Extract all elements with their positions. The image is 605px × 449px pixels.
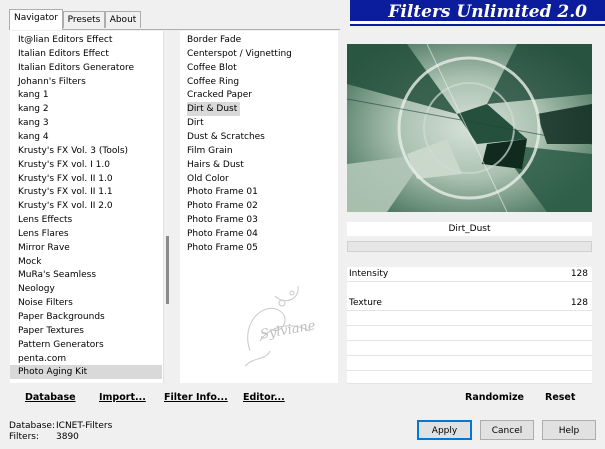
- filter-item[interactable]: Coffee Ring: [187, 75, 242, 89]
- category-item[interactable]: Pattern Generators: [10, 338, 162, 352]
- category-item[interactable]: Noise Filters: [10, 296, 162, 310]
- reset-link[interactable]: Reset: [545, 392, 575, 403]
- param-row-empty: [347, 371, 592, 384]
- filter-item[interactable]: Border Fade: [187, 33, 244, 47]
- filter-item[interactable]: Photo Frame 02: [187, 199, 261, 213]
- category-scroll-thumb[interactable]: [166, 236, 169, 304]
- category-item[interactable]: Paper Backgrounds: [10, 310, 162, 324]
- filter-info-link[interactable]: Filter Info...: [164, 392, 228, 403]
- apply-button[interactable]: Apply: [417, 420, 472, 440]
- tab-presets[interactable]: Presets: [63, 11, 105, 28]
- param-row-empty: [347, 311, 592, 326]
- randomize-link[interactable]: Randomize: [465, 392, 524, 403]
- category-item[interactable]: Italian Editors Effect: [10, 47, 162, 61]
- filter-item[interactable]: Photo Frame 05: [187, 241, 261, 255]
- category-item[interactable]: Neology: [10, 282, 162, 296]
- filters-count-value: 3890: [56, 432, 79, 442]
- param-value: 128: [570, 269, 588, 279]
- category-item[interactable]: Krusty's FX vol. I 1.0: [10, 158, 162, 172]
- category-list[interactable]: It@lian Editors Effect Italian Editors Ef…: [10, 31, 170, 383]
- param-label: Intensity: [349, 269, 389, 279]
- filter-item[interactable]: Photo Frame 01: [187, 185, 261, 199]
- param-row-empty: [347, 341, 592, 356]
- category-item[interactable]: Krusty's FX Vol. 3 (Tools): [10, 144, 162, 158]
- database-status-value: ICNET-Filters: [56, 421, 113, 431]
- tab-navigator[interactable]: Navigator: [9, 9, 63, 30]
- category-item[interactable]: kang 2: [10, 102, 162, 116]
- category-item[interactable]: It@lian Editors Effect: [10, 33, 162, 47]
- help-button[interactable]: Help: [542, 420, 596, 440]
- category-item[interactable]: Italian Editors Generatore: [10, 61, 162, 75]
- category-item[interactable]: Krusty's FX vol. II 1.1: [10, 185, 162, 199]
- filter-item[interactable]: Photo Frame 03: [187, 213, 261, 227]
- progress-bar: [347, 241, 592, 252]
- category-item[interactable]: Mirror Rave: [10, 241, 162, 255]
- preview-image: [347, 44, 592, 212]
- editor-link[interactable]: Editor...: [243, 392, 285, 403]
- category-item[interactable]: Johann's Filters: [10, 75, 162, 89]
- database-status-label: Database:: [9, 421, 55, 431]
- category-item[interactable]: Krusty's FX vol. II 1.0: [10, 172, 162, 186]
- param-value: 128: [570, 298, 588, 308]
- filter-list[interactable]: Border Fade Centerspot / Vignetting Coffee…: [180, 31, 338, 383]
- category-item[interactable]: kang 4: [10, 130, 162, 144]
- cancel-button[interactable]: Cancel: [480, 420, 534, 440]
- filter-item[interactable]: Dust & Scratches: [187, 130, 268, 144]
- param-row-intensity[interactable]: Intensity 128: [347, 267, 592, 282]
- category-scrollbar[interactable]: [163, 31, 170, 383]
- category-item[interactable]: Lens Effects: [10, 213, 162, 227]
- filter-item[interactable]: Film Grain: [187, 144, 236, 158]
- category-item[interactable]: Mock: [10, 255, 162, 269]
- filters-count-label: Filters:: [9, 432, 40, 442]
- category-item[interactable]: kang 3: [10, 116, 162, 130]
- filter-item[interactable]: Centerspot / Vignetting: [187, 47, 295, 61]
- category-item[interactable]: penta.com: [10, 352, 162, 366]
- filter-item[interactable]: Photo Frame 04: [187, 227, 261, 241]
- param-row-empty: [347, 356, 592, 371]
- category-item[interactable]: Photo Aging Kit: [10, 365, 162, 380]
- category-item[interactable]: Krusty's FX vol. II 2.0: [10, 199, 162, 213]
- param-row-empty: [347, 326, 592, 341]
- param-label: Texture: [349, 298, 382, 308]
- category-item[interactable]: Lens Flares: [10, 227, 162, 241]
- filter-item[interactable]: Dirt: [187, 116, 207, 130]
- param-row-empty: [347, 282, 592, 297]
- filter-item[interactable]: Dirt & Dust: [187, 102, 241, 117]
- tab-about[interactable]: About: [105, 11, 141, 28]
- filter-item[interactable]: Coffee Blot: [187, 61, 240, 75]
- category-item[interactable]: kang 1: [10, 88, 162, 102]
- filter-item[interactable]: Old Color: [187, 172, 232, 186]
- import-link[interactable]: Import...: [99, 392, 146, 403]
- database-link[interactable]: Database: [25, 392, 76, 403]
- preset-name: Dirt_Dust: [347, 222, 592, 236]
- category-item[interactable]: Paper Textures: [10, 324, 162, 338]
- filter-item[interactable]: Hairs & Dust: [187, 158, 247, 172]
- param-row-texture[interactable]: Texture 128: [347, 296, 592, 311]
- filter-item[interactable]: Cracked Paper: [187, 88, 255, 102]
- category-item[interactable]: MuRa's Seamless: [10, 268, 162, 282]
- app-banner: Filters Unlimited 2.0: [350, 0, 605, 24]
